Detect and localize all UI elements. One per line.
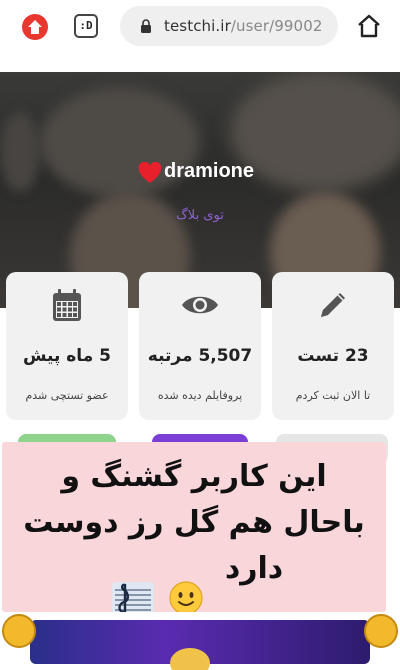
browser-toolbar: :D testchi.ir/user/99002 <box>0 0 400 52</box>
calendar-icon <box>6 288 128 328</box>
house-icon[interactable] <box>356 13 382 39</box>
username: dramione <box>164 160 255 182</box>
pencil-icon <box>272 288 394 326</box>
banner-line-2: باحال هم گل رز دوست <box>23 505 365 540</box>
url-text: testchi.ir/user/99002 <box>164 17 323 35</box>
address-bar[interactable]: testchi.ir/user/99002 <box>120 6 338 46</box>
banner-text: این کاربر گشنگ و باحال هم گل رز دوست دار… <box>2 454 386 592</box>
tab-switcher-button[interactable]: :D <box>74 14 98 38</box>
lock-icon <box>141 19 151 33</box>
ad-banner[interactable] <box>0 612 400 670</box>
url-domain: testchi.ir <box>164 17 231 35</box>
stat-label: پروفایلم دیده شده <box>157 389 243 402</box>
profile-subtitle: توی بلاگ <box>176 208 224 223</box>
stat-value: 5 ماه پیش <box>23 346 111 366</box>
banner-line-1: این کاربر گشنگ و <box>61 459 327 494</box>
eye-icon <box>139 288 261 326</box>
stat-card-tests: 23 تست تا الان ثبت کردم <box>272 272 394 420</box>
stat-value: 5,507 مرتبه <box>147 346 253 366</box>
stat-card-views: 5,507 مرتبه پروفایلم دیده شده <box>139 272 261 420</box>
heart-icon <box>138 162 162 183</box>
stat-value: 23 تست <box>297 346 369 366</box>
stat-label: تا الان ثبت کردم <box>295 389 371 402</box>
music-note-icon <box>112 582 154 616</box>
stat-card-member-since: 5 ماه پیش عضو تستچی شدم <box>6 272 128 420</box>
home-icon[interactable] <box>22 14 48 40</box>
stat-label: عضو تستچی شدم <box>25 389 109 402</box>
smiley-icon <box>169 581 203 615</box>
url-path: /user/99002 <box>230 17 323 35</box>
